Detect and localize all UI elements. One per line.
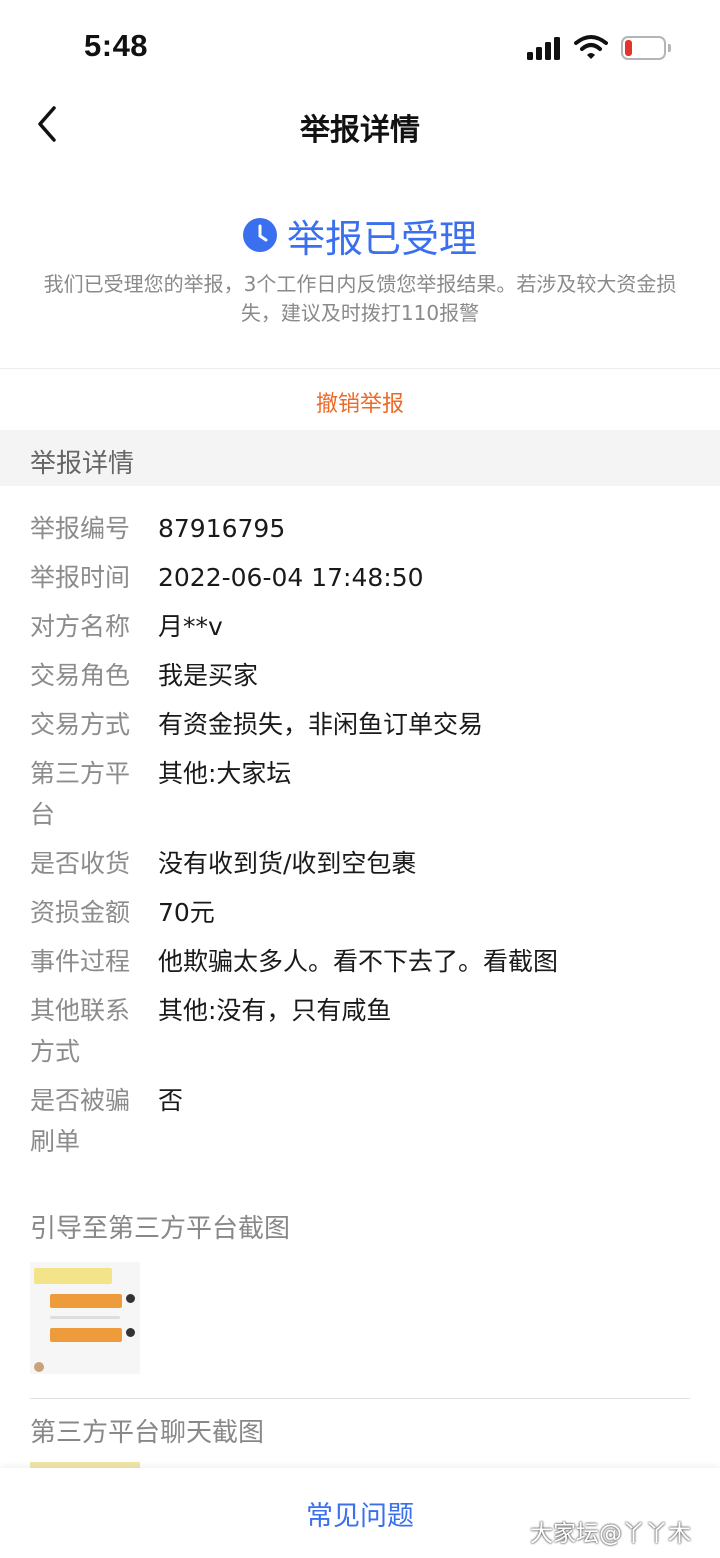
detail-label: 事件过程 bbox=[30, 947, 131, 976]
report-status: 举报已受理 bbox=[0, 210, 720, 261]
detail-label: 是否收货 bbox=[30, 849, 131, 878]
detail-value: 他欺骗太多人。看不下去了。看截图 bbox=[158, 947, 559, 976]
detail-value: 否 bbox=[158, 1086, 184, 1115]
status-bar: 5:48 bbox=[0, 0, 720, 90]
detail-label: 对方名称 bbox=[30, 612, 131, 641]
nav-bar: 举报详情 bbox=[0, 90, 720, 160]
detail-value: 2022-06-04 17:48:50 bbox=[158, 563, 424, 592]
detail-list: 举报编号 87916795 举报时间 2022-06-04 17:48:50 对… bbox=[30, 508, 690, 1170]
detail-value: 70元 bbox=[158, 898, 215, 927]
status-title: 举报已受理 bbox=[286, 216, 477, 261]
detail-row-platform: 第三方平台 其他:大家坛 bbox=[30, 753, 690, 835]
watermark: 大家坛@丫丫木 bbox=[530, 1521, 691, 1547]
chat-screenshot-title: 第三方平台聊天截图 bbox=[30, 1418, 265, 1448]
divider bbox=[0, 368, 720, 369]
detail-value: 其他:没有，只有咸鱼 bbox=[158, 996, 392, 1025]
detail-label: 第三方平台 bbox=[30, 759, 131, 829]
detail-label: 资损金额 bbox=[30, 898, 131, 927]
section-header: 举报详情 bbox=[0, 430, 720, 486]
signal-icon bbox=[527, 36, 563, 60]
detail-label: 是否被骗刷单 bbox=[30, 1086, 131, 1156]
bottom-bar: 常见问题 大家坛@丫丫木 bbox=[0, 1468, 720, 1558]
cancel-report-button[interactable]: 撤销举报 bbox=[0, 386, 720, 418]
detail-label: 其他联系方式 bbox=[30, 996, 131, 1066]
status-description: 我们已受理您的举报，3个工作日内反馈您举报结果。若涉及较大资金损失，建议及时拨打… bbox=[43, 272, 677, 325]
divider bbox=[30, 1398, 690, 1399]
detail-value: 我是买家 bbox=[158, 661, 259, 690]
guide-screenshot-title: 引导至第三方平台截图 bbox=[30, 1214, 291, 1244]
detail-row-loss-amount: 资损金额 70元 bbox=[30, 892, 690, 933]
detail-row-contact: 其他联系方式 其他:没有，只有咸鱼 bbox=[30, 990, 690, 1072]
clock-icon bbox=[242, 218, 277, 252]
detail-value: 没有收到货/收到空包裹 bbox=[158, 849, 417, 878]
detail-label: 举报编号 bbox=[30, 514, 131, 543]
battery-icon bbox=[621, 36, 671, 60]
detail-row-report-id: 举报编号 87916795 bbox=[30, 508, 690, 549]
detail-row-event: 事件过程 他欺骗太多人。看不下去了。看截图 bbox=[30, 941, 690, 982]
detail-row-counterparty: 对方名称 月**v bbox=[30, 606, 690, 647]
detail-row-received: 是否收货 没有收到货/收到空包裹 bbox=[30, 843, 690, 884]
guide-screenshot-thumbnail[interactable] bbox=[30, 1262, 140, 1374]
detail-label: 举报时间 bbox=[30, 563, 131, 592]
detail-value: 其他:大家坛 bbox=[158, 759, 292, 788]
detail-label: 交易方式 bbox=[30, 710, 131, 739]
page-title: 举报详情 bbox=[300, 113, 420, 148]
detail-label: 交易角色 bbox=[30, 661, 131, 690]
detail-row-order-scam: 是否被骗刷单 否 bbox=[30, 1080, 690, 1162]
detail-value: 87916795 bbox=[158, 514, 286, 543]
detail-row-trade-method: 交易方式 有资金损失，非闲鱼订单交易 bbox=[30, 704, 690, 745]
section-title: 举报详情 bbox=[30, 449, 135, 479]
wifi-icon bbox=[574, 35, 608, 59]
detail-value: 有资金损失，非闲鱼订单交易 bbox=[158, 710, 484, 739]
detail-row-role: 交易角色 我是买家 bbox=[30, 655, 690, 696]
detail-value: 月**v bbox=[158, 612, 223, 641]
detail-row-report-time: 举报时间 2022-06-04 17:48:50 bbox=[30, 557, 690, 598]
status-time: 5:48 bbox=[84, 28, 149, 63]
